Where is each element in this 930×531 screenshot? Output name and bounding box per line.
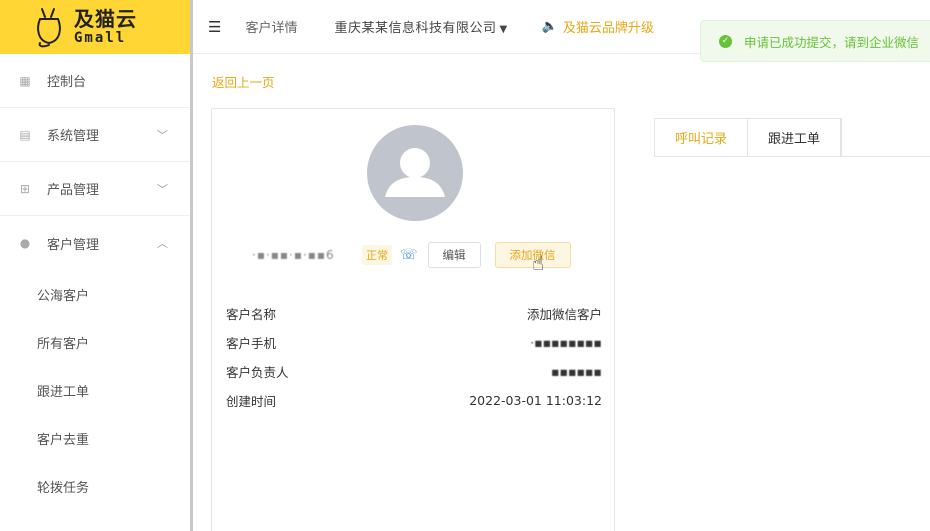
detail-tabs: 呼叫记录 跟进工单 [654,118,843,156]
company-name: 重庆某某信息科技有限公司 [334,21,497,36]
customer-id-row: ·▪·▪▪·▪·▪▪6 正常 ☏ 编辑 添加微信 [252,241,571,269]
info-row: 客户负责人 ▪▪▪▪▪▪ [226,357,602,386]
info-value: 添加微信客户 [526,307,602,322]
cat-logo-icon [34,5,64,49]
logo-cn: 及猫云 [74,7,137,31]
logo-text: 及猫云 Gmall [74,9,137,45]
check-circle-icon: ✓ [719,34,732,48]
tab-call-records[interactable]: 呼叫记录 [655,119,749,156]
sidebar-item-label: 控制台 [47,75,87,90]
sidebar-subitem-label: 客户去重 [37,432,90,448]
sidebar-subitem-label: 跟进工单 [37,384,90,400]
user-avatar-icon [385,148,445,197]
sidebar-item-customer[interactable]: ● 客户管理 ︿ [0,216,190,270]
sidebar-subitem-public-customers[interactable]: 公海客户 [0,270,190,318]
sidebar-subitem-label: 公海客户 [37,288,90,304]
sidebar-subitem-all-customers[interactable]: 所有客户 [0,318,190,366]
notice-text: 及猫云品牌升级 [562,21,654,36]
toast-message: 申请已成功提交，请到企业微信 [744,34,920,50]
sidebar-subitem-label: 所有客户 [37,336,90,352]
info-row: 客户名称 添加微信客户 [226,299,602,328]
customer-card: ·▪·▪▪·▪·▪▪6 正常 ☏ 编辑 添加微信 ☝ 客户名称 添加微信客户 客… [211,108,615,531]
sidebar-subitem-label: 轮拨任务 [37,480,90,496]
sidebar-item-dashboard[interactable]: ▦ 控制台 [0,54,190,108]
sidebar: 及猫云 Gmall ▦ 控制台 ▤ 系统管理 ﹀ ⊞ 产品管理 ﹀ ● 客户管理… [0,0,193,531]
info-label: 客户名称 [226,307,277,322]
sidebar-item-label: 客户管理 [47,237,100,253]
menu-toggle-icon[interactable]: ☰ [208,18,221,36]
info-value: 2022-03-01 11:03:12 [469,393,602,408]
info-value: ·▪▪▪▪▪▪▪▪ [530,335,602,350]
info-label: 客户手机 [226,336,277,351]
speaker-icon: 🔈 [541,19,558,34]
sidebar-item-label: 产品管理 [47,183,100,198]
dashboard-icon: ▦ [19,73,31,88]
info-value: ▪▪▪▪▪▪ [551,364,602,379]
sidebar-subitem-dedupe[interactable]: 客户去重 [0,414,190,462]
edit-button[interactable]: 编辑 [427,242,481,268]
product-icon: ⊞ [19,181,31,196]
chevron-down-icon: ﹀ [157,182,168,196]
info-row: 客户手机 ·▪▪▪▪▪▪▪▪ [226,328,602,357]
sidebar-subitem-dial-tasks[interactable]: 轮拨任务 [0,462,190,510]
sidebar-item-product[interactable]: ⊞ 产品管理 ﹀ [0,162,190,216]
info-label: 客户负责人 [226,365,289,380]
sidebar-subitem-followup-orders[interactable]: 跟进工单 [0,366,190,414]
chevron-up-icon: ︿ [157,237,168,250]
user-icon: ● [19,236,31,250]
breadcrumb: 客户详情 [245,21,298,36]
sidebar-item-label: 系统管理 [47,129,100,144]
success-toast: ✓ 申请已成功提交，请到企业微信 [700,20,930,62]
tabs-divider [654,156,930,157]
avatar [367,125,463,221]
phone-icon[interactable]: ☏ [400,247,418,263]
chevron-down-icon: ﹀ [157,128,168,142]
status-badge: 正常 [362,245,392,265]
info-label: 创建时间 [226,394,277,409]
hand-cursor-icon: ☝ [532,251,545,275]
company-selector[interactable]: 重庆某某信息科技有限公司 ▼ [334,17,507,36]
tab-followup-orders[interactable]: 跟进工单 [748,119,842,156]
caret-down-icon: ▼ [499,24,508,35]
customer-name-masked: ·▪·▪▪·▪·▪▪6 [252,248,335,262]
logo[interactable]: 及猫云 Gmall [0,0,190,54]
customer-info: 客户名称 添加微信客户 客户手机 ·▪▪▪▪▪▪▪▪ 客户负责人 ▪▪▪▪▪▪ … [226,299,602,415]
logo-en: Gmall [74,30,127,46]
info-row: 创建时间 2022-03-01 11:03:12 [226,386,602,415]
sidebar-item-system[interactable]: ▤ 系统管理 ﹀ [0,108,190,162]
app-root: 及猫云 Gmall ▦ 控制台 ▤ 系统管理 ﹀ ⊞ 产品管理 ﹀ ● 客户管理… [0,0,930,531]
system-icon: ▤ [19,127,31,142]
back-link[interactable]: 返回上一页 [212,72,275,91]
brand-notice[interactable]: 🔈 及猫云品牌升级 [542,17,654,36]
